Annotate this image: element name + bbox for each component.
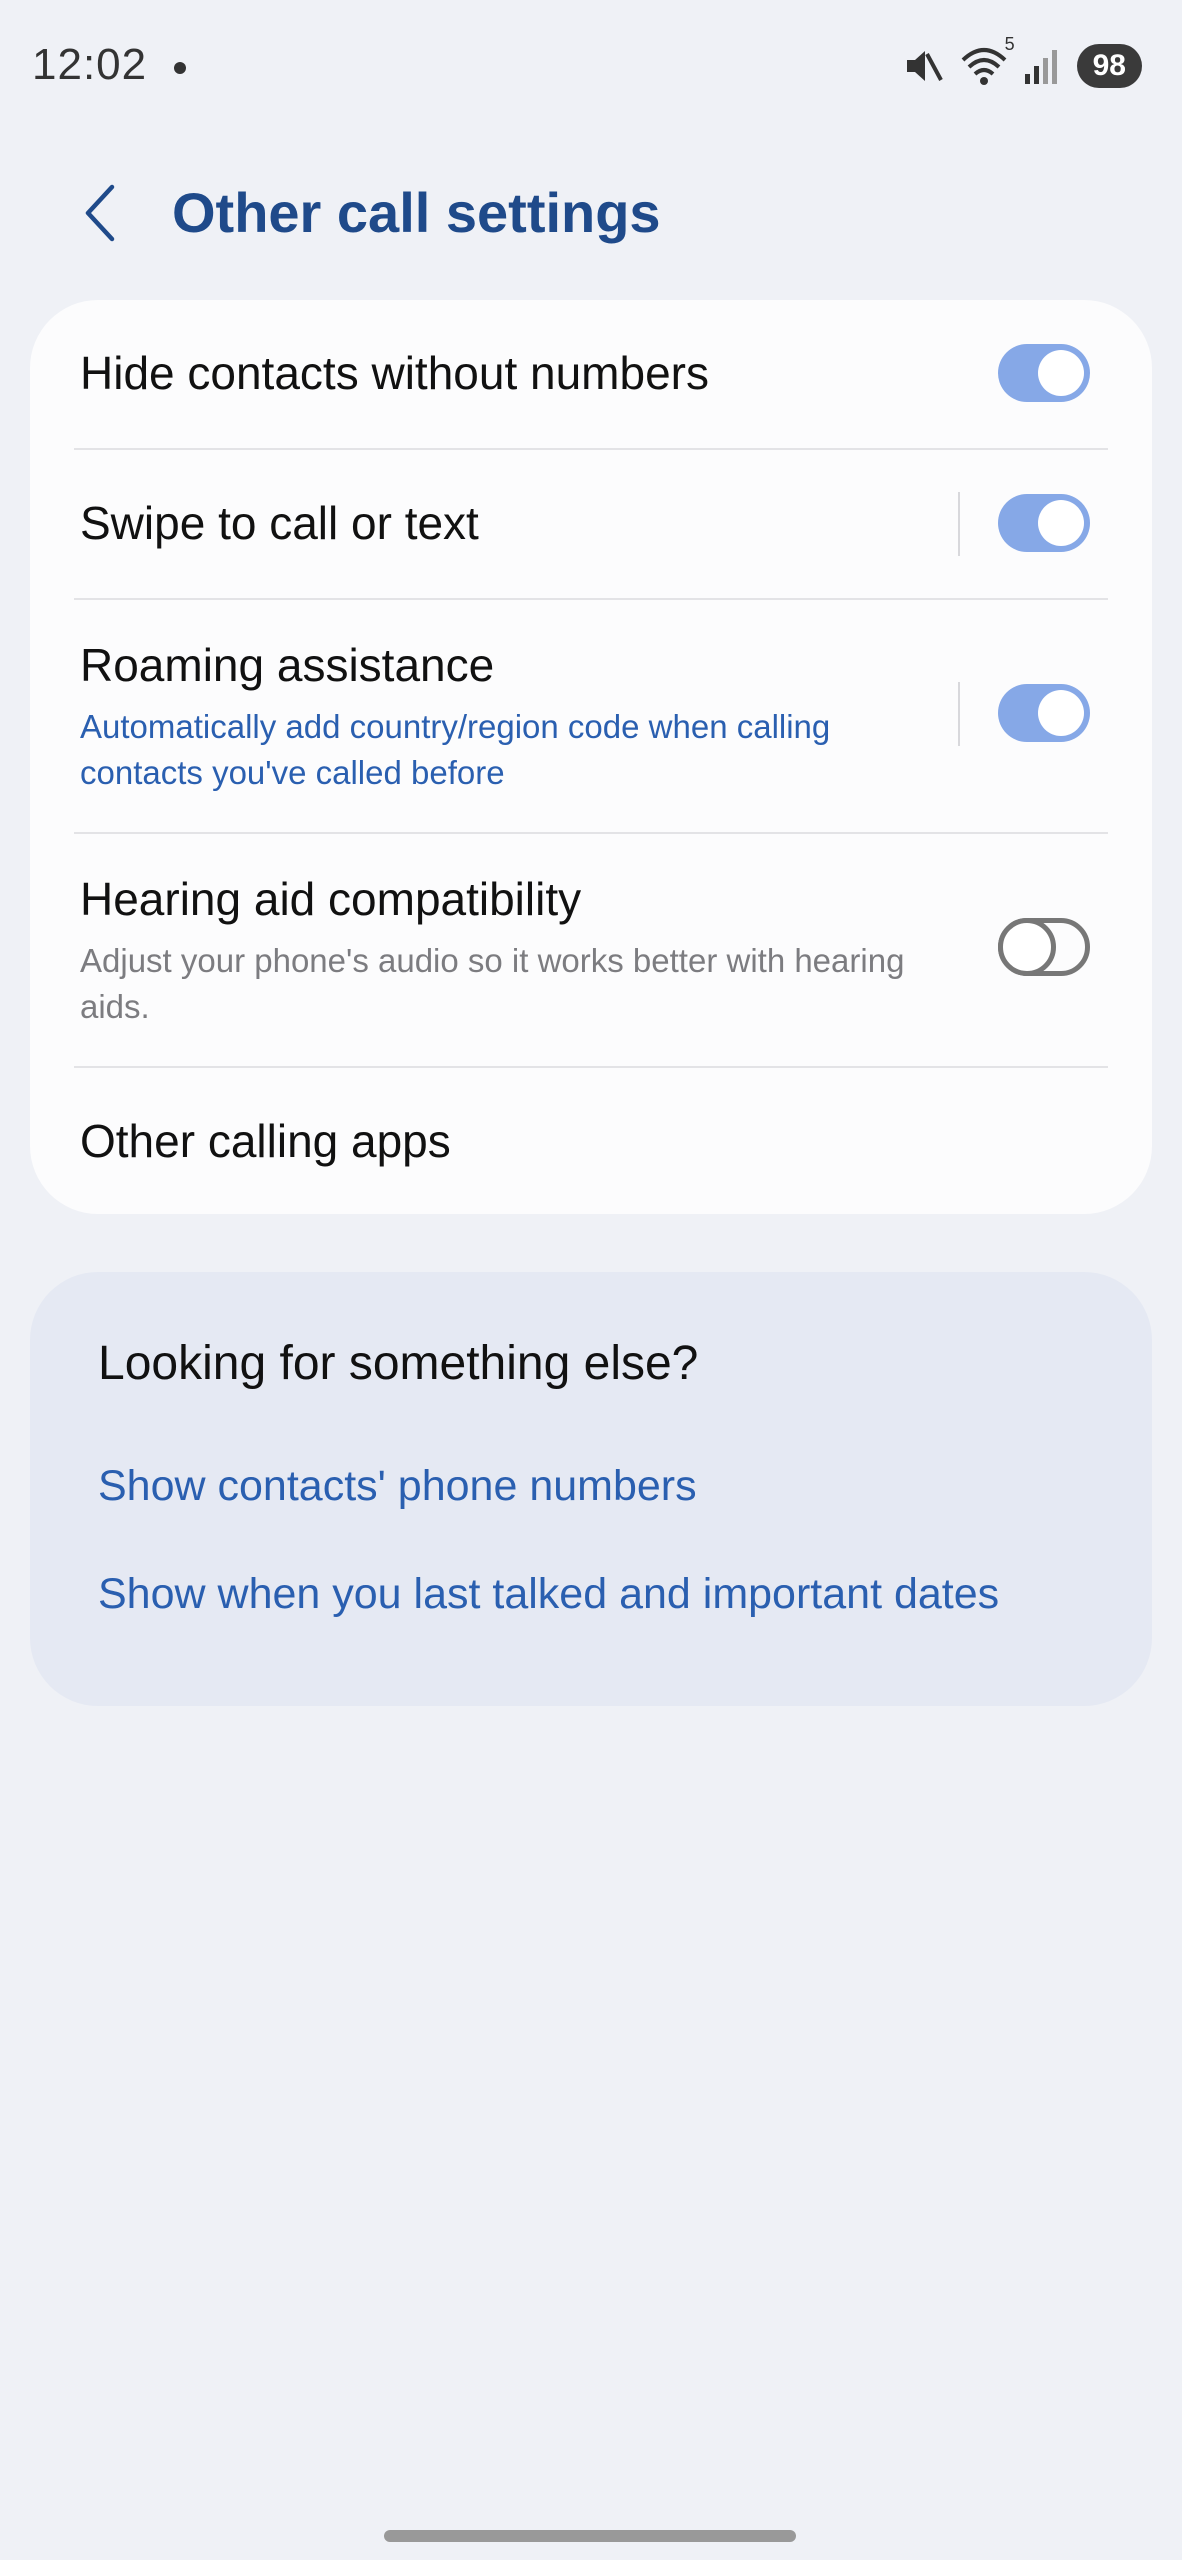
settings-card: Hide contacts without numbers Swipe to c… xyxy=(30,300,1152,1214)
wifi-badge: 5 xyxy=(1004,34,1015,54)
battery-indicator: 98 xyxy=(1076,44,1142,88)
toggle-knob xyxy=(1038,350,1084,396)
roaming-toggle[interactable] xyxy=(998,684,1090,742)
page-title: Other call settings xyxy=(172,181,661,244)
setting-title: Roaming assistance xyxy=(80,639,495,691)
hide-contacts-toggle[interactable] xyxy=(998,344,1090,402)
suggestion-title: Looking for something else? xyxy=(98,1337,699,1390)
status-bar: 12:02 5 98 xyxy=(0,0,1182,130)
status-time: 12:02 xyxy=(32,40,148,89)
status-icons: 5 98 xyxy=(901,34,1142,88)
setting-hearing-aid[interactable]: Hearing aid compatibility Adjust your ph… xyxy=(30,834,1152,1066)
setting-hide-contacts[interactable]: Hide contacts without numbers xyxy=(30,300,1152,448)
setting-roaming[interactable]: Roaming assistance Automatically add cou… xyxy=(30,600,1152,832)
vertical-separator xyxy=(958,492,960,556)
suggestion-card: Looking for something else? Show contact… xyxy=(30,1272,1152,1706)
setting-title: Hearing aid compatibility xyxy=(80,873,582,925)
setting-title: Swipe to call or text xyxy=(80,497,479,549)
setting-subtitle: Adjust your phone's audio so it works be… xyxy=(80,942,905,1025)
chevron-left-icon xyxy=(82,183,118,248)
vertical-separator xyxy=(958,682,960,746)
toggle-knob xyxy=(998,918,1056,976)
suggestion-link-last-talked[interactable]: Show when you last talked and important … xyxy=(98,1570,999,1619)
home-indicator[interactable] xyxy=(384,2530,796,2542)
setting-subtitle: Automatically add country/region code wh… xyxy=(80,708,831,791)
notification-dot-icon xyxy=(174,62,186,74)
setting-title: Hide contacts without numbers xyxy=(80,347,709,399)
suggestion-link-phone-numbers[interactable]: Show contacts' phone numbers xyxy=(98,1462,697,1511)
back-button[interactable] xyxy=(70,180,130,250)
setting-title: Other calling apps xyxy=(80,1115,451,1167)
setting-other-calling-apps[interactable]: Other calling apps xyxy=(30,1068,1152,1214)
toggle-knob xyxy=(1038,500,1084,546)
wifi-icon: 5 xyxy=(959,34,1015,88)
hearing-aid-toggle[interactable] xyxy=(998,918,1090,976)
mute-icon xyxy=(901,44,945,88)
toggle-knob xyxy=(1038,690,1084,736)
header: Other call settings xyxy=(0,160,1182,270)
swipe-toggle[interactable] xyxy=(998,494,1090,552)
signal-icon xyxy=(1023,44,1063,88)
setting-swipe[interactable]: Swipe to call or text xyxy=(30,450,1152,598)
